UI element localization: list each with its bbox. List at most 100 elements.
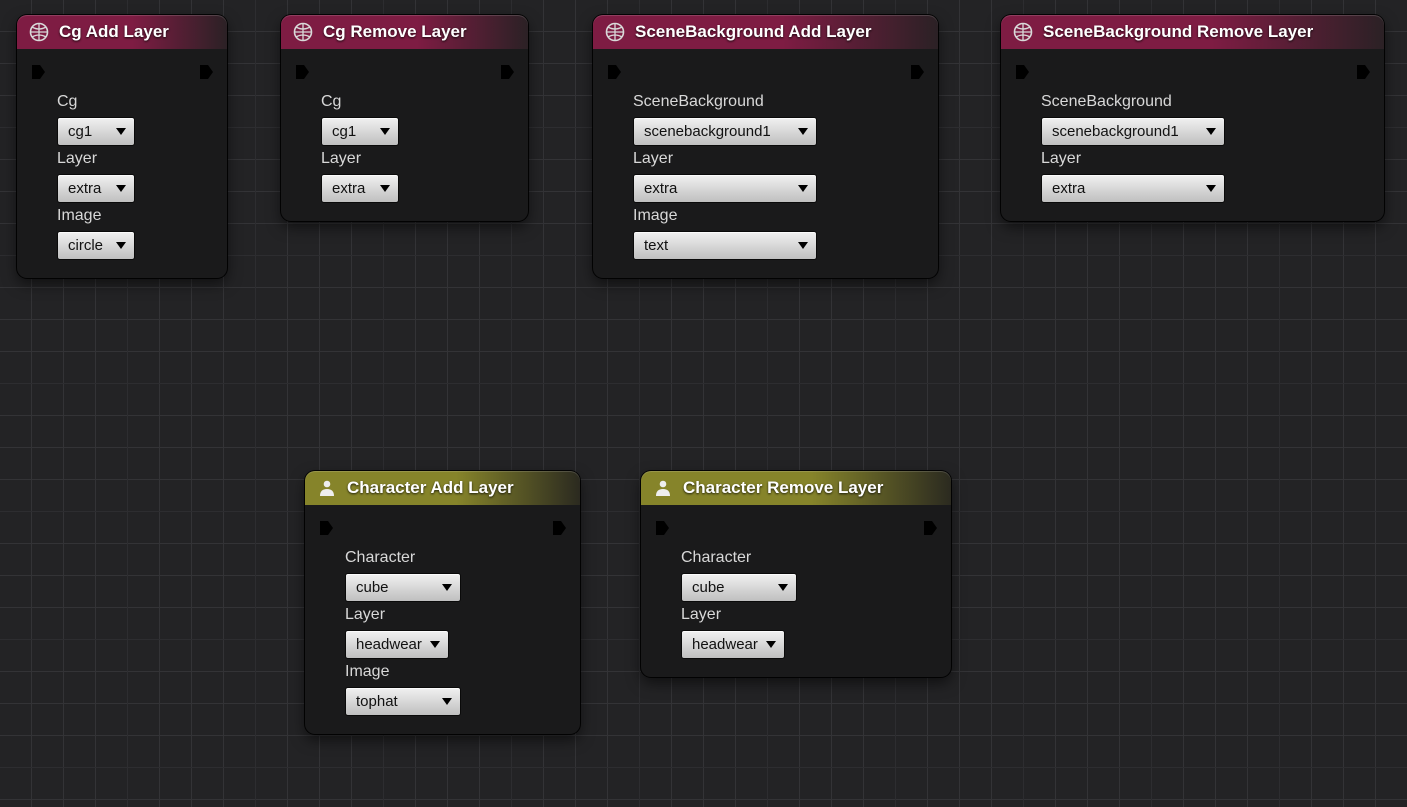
node-header[interactable]: SceneBackground Add Layer	[593, 15, 938, 49]
chevron-down-icon	[766, 641, 776, 649]
node-header[interactable]: Cg Add Layer	[17, 15, 227, 49]
field-label-layer: Layer	[321, 150, 516, 168]
chevron-down-icon	[380, 185, 390, 193]
dropdown-layer[interactable]: extra	[1041, 174, 1225, 203]
node-header[interactable]: Character Remove Layer	[641, 471, 951, 505]
chevron-down-icon	[778, 584, 788, 592]
dropdown-value: headwear	[692, 636, 758, 653]
node-body: SceneBackground scenebackground1 Layer e…	[593, 49, 938, 278]
field-label-layer: Layer	[633, 150, 926, 168]
field-label-cg: Cg	[321, 93, 516, 111]
dropdown-layer[interactable]: headwear	[681, 630, 785, 659]
dropdown-cg[interactable]: cg1	[321, 117, 399, 146]
node-scenebackground-remove-layer[interactable]: SceneBackground Remove Layer SceneBackgr…	[1001, 15, 1384, 221]
dropdown-value: cg1	[332, 123, 356, 140]
chevron-down-icon	[442, 584, 452, 592]
dropdown-scenebackground[interactable]: scenebackground1	[633, 117, 817, 146]
dropdown-value: circle	[68, 237, 103, 254]
dropdown-cg[interactable]: cg1	[57, 117, 135, 146]
person-icon	[317, 478, 337, 498]
node-cg-remove-layer[interactable]: Cg Remove Layer Cg cg1 Layer extra	[281, 15, 528, 221]
chevron-down-icon	[116, 128, 126, 136]
chevron-down-icon	[798, 185, 808, 193]
exec-in-pin[interactable]	[1013, 61, 1031, 83]
dropdown-value: headwear	[356, 636, 422, 653]
dropdown-value: tophat	[356, 693, 398, 710]
node-cg-add-layer[interactable]: Cg Add Layer Cg cg1 Layer extra Image ci…	[17, 15, 227, 278]
dropdown-layer[interactable]: extra	[633, 174, 817, 203]
dropdown-layer[interactable]: extra	[57, 174, 135, 203]
field-label-cg: Cg	[57, 93, 215, 111]
dropdown-value: cg1	[68, 123, 92, 140]
node-title: Cg Add Layer	[59, 22, 169, 42]
dropdown-scenebackground[interactable]: scenebackground1	[1041, 117, 1225, 146]
node-title: SceneBackground Remove Layer	[1043, 22, 1313, 42]
exec-out-pin[interactable]	[921, 517, 939, 539]
globe-icon	[1013, 22, 1033, 42]
field-label-character: Character	[345, 549, 568, 567]
node-character-add-layer[interactable]: Character Add Layer Character cube Layer…	[305, 471, 580, 734]
dropdown-value: extra	[332, 180, 365, 197]
node-body: SceneBackground scenebackground1 Layer e…	[1001, 49, 1384, 221]
exec-in-pin[interactable]	[317, 517, 335, 539]
dropdown-value: extra	[68, 180, 101, 197]
dropdown-value: cube	[356, 579, 389, 596]
exec-in-pin[interactable]	[293, 61, 311, 83]
node-header[interactable]: Character Add Layer	[305, 471, 580, 505]
dropdown-layer[interactable]: extra	[321, 174, 399, 203]
node-title: Character Remove Layer	[683, 478, 883, 498]
chevron-down-icon	[116, 185, 126, 193]
dropdown-value: text	[644, 237, 668, 254]
field-label-layer: Layer	[1041, 150, 1372, 168]
exec-in-pin[interactable]	[605, 61, 623, 83]
globe-icon	[293, 22, 313, 42]
dropdown-layer[interactable]: headwear	[345, 630, 449, 659]
field-label-character: Character	[681, 549, 939, 567]
person-icon	[653, 478, 673, 498]
exec-out-pin[interactable]	[498, 61, 516, 83]
field-label-image: Image	[57, 207, 215, 225]
chevron-down-icon	[798, 242, 808, 250]
chevron-down-icon	[442, 698, 452, 706]
node-title: SceneBackground Add Layer	[635, 22, 872, 42]
field-label-image: Image	[345, 663, 568, 681]
exec-in-pin[interactable]	[653, 517, 671, 539]
dropdown-character[interactable]: cube	[681, 573, 797, 602]
chevron-down-icon	[430, 641, 440, 649]
chevron-down-icon	[1206, 185, 1216, 193]
node-body: Cg cg1 Layer extra Image circle	[17, 49, 227, 278]
exec-out-pin[interactable]	[1354, 61, 1372, 83]
node-character-remove-layer[interactable]: Character Remove Layer Character cube La…	[641, 471, 951, 677]
node-header[interactable]: Cg Remove Layer	[281, 15, 528, 49]
field-label-scenebackground: SceneBackground	[633, 93, 926, 111]
dropdown-image[interactable]: circle	[57, 231, 135, 260]
dropdown-image[interactable]: text	[633, 231, 817, 260]
field-label-scenebackground: SceneBackground	[1041, 93, 1372, 111]
node-title: Character Add Layer	[347, 478, 514, 498]
chevron-down-icon	[798, 128, 808, 136]
node-scenebackground-add-layer[interactable]: SceneBackground Add Layer SceneBackgroun…	[593, 15, 938, 278]
node-body: Character cube Layer headwear Image toph…	[305, 505, 580, 734]
exec-in-pin[interactable]	[29, 61, 47, 83]
chevron-down-icon	[380, 128, 390, 136]
dropdown-character[interactable]: cube	[345, 573, 461, 602]
node-header[interactable]: SceneBackground Remove Layer	[1001, 15, 1384, 49]
exec-out-pin[interactable]	[550, 517, 568, 539]
dropdown-image[interactable]: tophat	[345, 687, 461, 716]
dropdown-value: extra	[644, 180, 677, 197]
globe-icon	[29, 22, 49, 42]
exec-out-pin[interactable]	[197, 61, 215, 83]
chevron-down-icon	[116, 242, 126, 250]
node-body: Character cube Layer headwear	[641, 505, 951, 677]
chevron-down-icon	[1206, 128, 1216, 136]
dropdown-value: scenebackground1	[644, 123, 771, 140]
node-title: Cg Remove Layer	[323, 22, 467, 42]
globe-icon	[605, 22, 625, 42]
field-label-layer: Layer	[345, 606, 568, 624]
dropdown-value: scenebackground1	[1052, 123, 1179, 140]
field-label-layer: Layer	[57, 150, 215, 168]
exec-out-pin[interactable]	[908, 61, 926, 83]
field-label-layer: Layer	[681, 606, 939, 624]
node-body: Cg cg1 Layer extra	[281, 49, 528, 221]
dropdown-value: cube	[692, 579, 725, 596]
